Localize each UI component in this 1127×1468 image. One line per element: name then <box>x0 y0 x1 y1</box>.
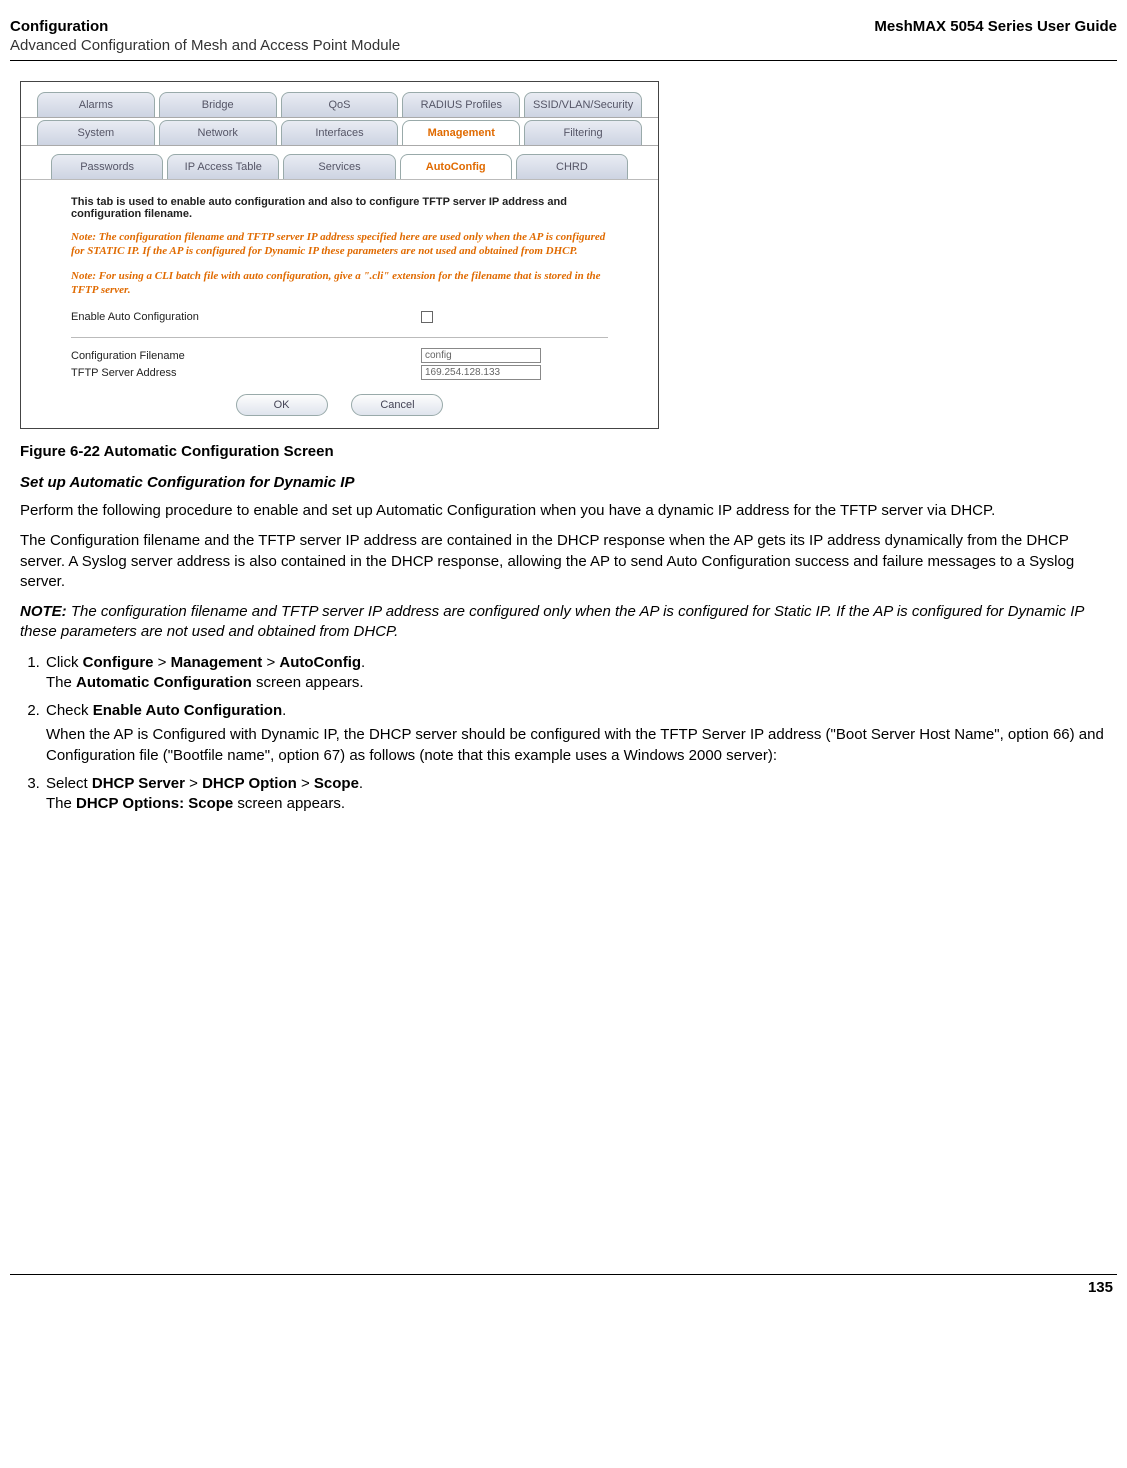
tab-ssid[interactable]: SSID/VLAN/Security <box>524 92 642 117</box>
header-rule <box>10 60 1117 61</box>
step-1-screenname: Automatic Configuration <box>76 674 252 691</box>
step-1: Click Configure > Management > AutoConfi… <box>44 653 1117 694</box>
footer-rule <box>10 1274 1117 1275</box>
step-3-select: Select <box>46 775 92 792</box>
enable-autoconfig-label: Enable Auto Configuration <box>71 311 421 323</box>
note-static-ip: Note: The configuration filename and TFT… <box>71 230 608 259</box>
tab-interfaces[interactable]: Interfaces <box>281 120 399 145</box>
step-3-dhcpserver: DHCP Server <box>92 775 185 792</box>
step-3-the: The <box>46 795 76 812</box>
step-3-scopescreen: DHCP Options: Scope <box>76 795 233 812</box>
step-1-the: The <box>46 674 76 691</box>
step-2-enable: Enable Auto Configuration <box>93 702 282 719</box>
step-2-check: Check <box>46 702 93 719</box>
enable-autoconfig-checkbox[interactable] <box>421 311 433 323</box>
step-1-appears: screen appears. <box>252 674 364 691</box>
step-3-scope: Scope <box>314 775 359 792</box>
tab-row-1: Alarms Bridge QoS RADIUS Profiles SSID/V… <box>21 92 658 118</box>
tab-ipaccess[interactable]: IP Access Table <box>167 154 279 179</box>
step-2-detail: When the AP is Configured with Dynamic I… <box>46 725 1117 766</box>
note-label: NOTE: <box>20 603 67 620</box>
tab-description: This tab is used to enable auto configur… <box>71 196 608 220</box>
section-subtitle: Advanced Configuration of Mesh and Acces… <box>10 37 1117 54</box>
tab-passwords[interactable]: Passwords <box>51 154 163 179</box>
tab-filtering[interactable]: Filtering <box>524 120 642 145</box>
para-dhcp: The Configuration filename and the TFTP … <box>20 531 1117 592</box>
page-number: 135 <box>10 1279 1117 1296</box>
tftp-address-input[interactable]: 169.254.128.133 <box>421 365 541 380</box>
tab-autoconfig[interactable]: AutoConfig <box>400 154 512 179</box>
guide-title: MeshMAX 5054 Series User Guide <box>874 18 1117 35</box>
note-text: The configuration filename and TFTP serv… <box>20 603 1084 640</box>
steps-list: Click Configure > Management > AutoConfi… <box>44 653 1117 815</box>
section-title: Configuration <box>10 18 108 35</box>
step-3-dhcpoption: DHCP Option <box>202 775 297 792</box>
figure-caption: Figure 6-22 Automatic Configuration Scre… <box>20 443 1117 460</box>
section-heading: Set up Automatic Configuration for Dynam… <box>20 474 1117 491</box>
tab-network[interactable]: Network <box>159 120 277 145</box>
tab-management[interactable]: Management <box>402 120 520 145</box>
tab-radius[interactable]: RADIUS Profiles <box>402 92 520 117</box>
step-2: Check Enable Auto Configuration. When th… <box>44 701 1117 766</box>
tab-qos[interactable]: QoS <box>281 92 399 117</box>
tab-services[interactable]: Services <box>283 154 395 179</box>
ok-button[interactable]: OK <box>236 394 328 416</box>
tab-chrd[interactable]: CHRD <box>516 154 628 179</box>
tab-row-2: System Network Interfaces Management Fil… <box>21 120 658 146</box>
tab-alarms[interactable]: Alarms <box>37 92 155 117</box>
step-1-text: Click <box>46 654 83 671</box>
tab-system[interactable]: System <box>37 120 155 145</box>
config-filename-label: Configuration Filename <box>71 350 421 362</box>
tab-row-3: Passwords IP Access Table Services AutoC… <box>21 154 658 180</box>
divider <box>71 337 608 338</box>
step-1-management: Management <box>171 654 263 671</box>
step-3: Select DHCP Server > DHCP Option > Scope… <box>44 774 1117 815</box>
note-cli-ext: Note: For using a CLI batch file with au… <box>71 269 608 298</box>
tab-bridge[interactable]: Bridge <box>159 92 277 117</box>
para-intro: Perform the following procedure to enabl… <box>20 501 1117 521</box>
config-screenshot: Alarms Bridge QoS RADIUS Profiles SSID/V… <box>20 81 659 429</box>
note-paragraph: NOTE: The configuration filename and TFT… <box>20 602 1117 643</box>
config-filename-input[interactable]: config <box>421 348 541 363</box>
tftp-address-label: TFTP Server Address <box>71 367 421 379</box>
cancel-button[interactable]: Cancel <box>351 394 443 416</box>
step-1-configure: Configure <box>83 654 154 671</box>
step-3-appears: screen appears. <box>233 795 345 812</box>
step-1-autoconfig: AutoConfig <box>279 654 361 671</box>
